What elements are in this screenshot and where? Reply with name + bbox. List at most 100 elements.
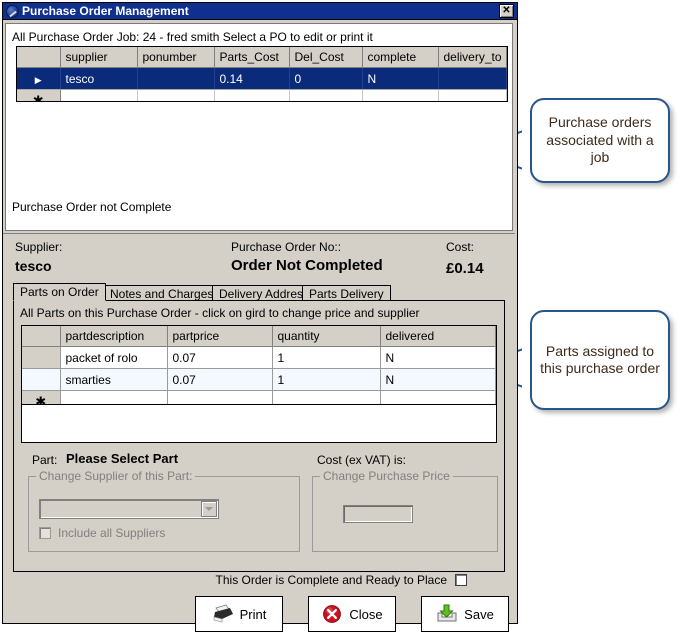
red-x-circle-icon (321, 604, 343, 624)
new-row-marker[interactable]: ✱ (22, 390, 61, 405)
cell-partprice[interactable]: 0.07 (167, 368, 273, 391)
include-all-suppliers-label: Include all Suppliers (58, 526, 166, 540)
dialog-client-area: All Purchase Order Job: 24 - fred smith … (3, 21, 517, 632)
close-button[interactable]: Close (308, 596, 396, 632)
change-supplier-title: Change Supplier of this Part: (36, 469, 196, 483)
cost-value: £0.14 (446, 260, 484, 277)
printer-icon (212, 604, 234, 624)
save-button[interactable]: Save (421, 596, 509, 632)
part-value: Please Select Part (66, 451, 179, 466)
parts-grid[interactable]: partdescription partprice quantity deliv… (21, 325, 497, 405)
tab-parts-on-order[interactable]: Parts on Order (13, 283, 106, 301)
grid-header-row: supplier ponumber Parts_Cost Del_Cost co… (17, 47, 507, 68)
col-del-cost[interactable]: Del_Cost (289, 47, 363, 68)
purchase-order-status-text: Purchase Order not Complete (12, 200, 172, 214)
change-supplier-groupbox: Change Supplier of this Part: Include al… (28, 469, 300, 552)
cell-partdescription[interactable]: smarties (60, 368, 168, 391)
change-purchase-price-title: Change Purchase Price (320, 469, 453, 483)
chevron-down-icon[interactable] (201, 501, 217, 517)
print-button-label: Print (239, 606, 267, 622)
table-row-new[interactable]: ✱ (22, 390, 496, 405)
close-icon[interactable]: ✕ (499, 4, 514, 18)
cell-partdescription[interactable]: packet of rolo (60, 346, 168, 369)
current-row-arrow-icon: ▶ (34, 74, 42, 85)
cell-partprice[interactable]: 0.07 (167, 346, 273, 369)
col-partdescription[interactable]: partdescription (60, 326, 168, 347)
supplier-label: Supplier: (15, 240, 63, 254)
purchase-order-dialog: Purchase Order Management ✕ All Purchase… (2, 2, 518, 632)
cell-quantity[interactable] (272, 390, 381, 404)
cell-quantity[interactable]: 1 (272, 368, 381, 391)
cell-partprice[interactable] (167, 390, 273, 404)
col-partprice[interactable]: partprice (167, 326, 273, 347)
include-all-suppliers-checkbox[interactable] (39, 527, 51, 539)
cell-delivered[interactable] (380, 390, 496, 404)
table-row-new[interactable]: ✱ (17, 89, 507, 101)
cell-del-cost[interactable]: 0 (289, 67, 363, 90)
cell-parts-cost[interactable] (214, 89, 290, 101)
change-purchase-price-groupbox: Change Purchase Price (312, 469, 498, 552)
include-all-suppliers-row[interactable]: Include all Suppliers (39, 526, 165, 540)
po-number-label: Purchase Order No:: (231, 240, 342, 254)
table-row[interactable]: packet of rolo 0.07 1 N (22, 346, 496, 369)
purchase-orders-grid[interactable]: supplier ponumber Parts_Cost Del_Cost co… (16, 46, 508, 102)
cell-parts-cost[interactable]: 0.14 (214, 67, 290, 90)
cell-delivery-to[interactable] (438, 67, 507, 90)
supplier-select[interactable] (39, 499, 219, 519)
cell-quantity[interactable]: 1 (272, 346, 381, 369)
cell-ponumber[interactable] (137, 67, 215, 90)
order-complete-checkbox[interactable] (455, 574, 467, 586)
order-summary-bar: Supplier: tesco Purchase Order No:: Orde… (3, 233, 515, 278)
callout-parts-assigned: Parts assigned to this purchase order (530, 310, 670, 410)
new-row-marker[interactable]: ✱ (17, 89, 61, 101)
col-parts-cost[interactable]: Parts_Cost (214, 47, 290, 68)
tab-parts-delivery[interactable]: Parts Delivery (302, 285, 391, 301)
part-label: Part: (32, 453, 58, 467)
new-row-asterisk-icon: ✱ (35, 394, 47, 405)
tab-notes-and-charges[interactable]: Notes and Charges (103, 285, 221, 301)
col-complete[interactable]: complete (362, 47, 439, 68)
app-disc-icon (6, 4, 19, 18)
parts-row-selector-header (22, 326, 61, 347)
row-selector-header (17, 47, 61, 68)
purchase-price-input[interactable] (343, 505, 413, 523)
row-marker[interactable]: ▶ (17, 67, 61, 90)
print-button[interactable]: Print (195, 596, 283, 632)
col-delivery-to[interactable]: delivery_to (438, 47, 507, 68)
table-row[interactable]: smarties 0.07 1 N (22, 368, 496, 391)
col-quantity[interactable]: quantity (272, 326, 381, 347)
cell-delivered[interactable]: N (380, 368, 496, 391)
window-title: Purchase Order Management (22, 4, 189, 18)
col-ponumber[interactable]: ponumber (137, 47, 215, 68)
cost-ex-vat-label: Cost (ex VAT) is: (317, 453, 406, 467)
cell-ponumber[interactable] (137, 89, 215, 101)
cell-delivered[interactable]: N (380, 346, 496, 369)
close-button-label: Close (349, 606, 383, 622)
row-marker[interactable] (22, 346, 61, 369)
col-supplier[interactable]: supplier (60, 47, 138, 68)
cell-complete[interactable]: N (362, 67, 439, 90)
parts-grid-empty-area (21, 405, 497, 443)
callout-text: Purchase orders associated with a job (546, 114, 654, 166)
cell-supplier[interactable]: tesco (60, 67, 138, 90)
supplier-value: tesco (15, 258, 52, 274)
cell-complete[interactable] (362, 89, 439, 101)
dialog-button-row: Print Close Save (3, 596, 515, 640)
save-button-label: Save (464, 606, 494, 622)
order-complete-row: This Order is Complete and Ready to Plac… (3, 573, 515, 587)
tab-delivery-address[interactable]: Delivery Address (212, 285, 317, 301)
order-complete-label: This Order is Complete and Ready to Plac… (215, 573, 447, 587)
table-row[interactable]: ▶ tesco 0.14 0 N (17, 67, 507, 90)
title-bar: Purchase Order Management ✕ (3, 3, 517, 20)
purchase-orders-caption: All Purchase Order Job: 24 - fred smith … (12, 30, 373, 44)
cell-del-cost[interactable] (289, 89, 363, 101)
callout-purchase-orders: Purchase orders associated with a job (530, 98, 670, 183)
cell-supplier[interactable] (60, 89, 138, 101)
po-number-value: Order Not Completed (231, 257, 383, 274)
parts-grid-header-row: partdescription partprice quantity deliv… (22, 326, 496, 347)
row-marker[interactable] (22, 368, 61, 391)
purchase-orders-panel: All Purchase Order Job: 24 - fred smith … (5, 23, 513, 231)
col-delivered[interactable]: delivered (380, 326, 496, 347)
cell-partdescription[interactable] (60, 390, 168, 404)
cell-delivery-to[interactable] (438, 89, 507, 101)
